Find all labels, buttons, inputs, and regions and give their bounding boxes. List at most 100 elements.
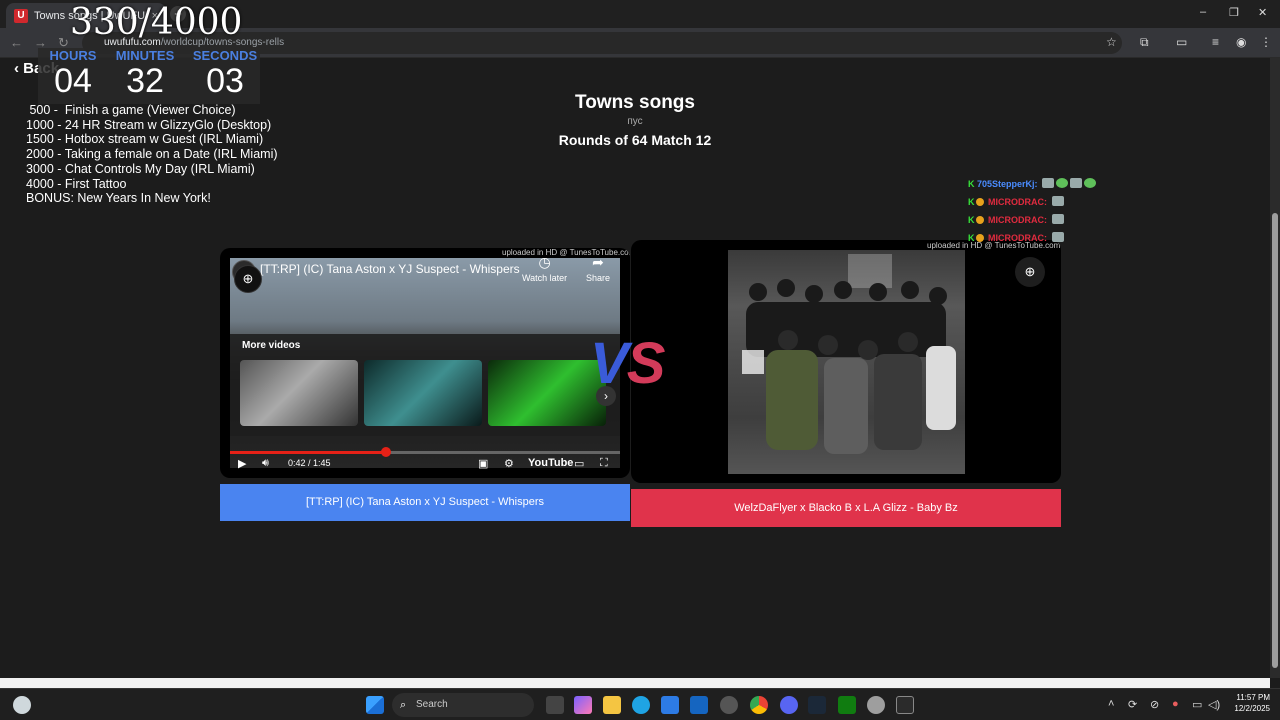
more-video-thumb[interactable] (364, 360, 482, 426)
sub-badge-icon (975, 234, 984, 242)
menu-icon[interactable]: ⋮ (1260, 35, 1272, 49)
emote-icon (1042, 178, 1055, 188)
goal-item: 1500 - Hotbox stream w Guest (IRL Miami) (26, 132, 264, 147)
edge-icon[interactable] (632, 696, 650, 714)
task-view-icon[interactable] (546, 696, 564, 714)
goal-item: BONUS: New Years In New York! (26, 191, 211, 206)
emote-icon (1084, 178, 1097, 188)
emote-icon (1051, 232, 1064, 242)
restore-button[interactable]: ❐ (1229, 6, 1239, 19)
discord-icon[interactable] (780, 696, 798, 714)
goal-item: 1000 - 24 HR Stream w GlizzyGlo (Desktop… (26, 117, 272, 132)
countdown-timer: HOURS 04 MINUTES 32 SECONDS 03 (38, 48, 260, 104)
weather-widget-icon[interactable] (13, 696, 31, 714)
cast-icon[interactable]: ▭ (574, 457, 584, 470)
emote-icon (1070, 178, 1083, 188)
goal-counter: 330/4000 (70, 2, 243, 43)
back-arrow-icon[interactable]: ← (10, 35, 23, 50)
kick-badge-icon: K (968, 215, 975, 225)
youtube-video-title[interactable]: [TT:RP] (IC) Tana Aston x YJ Suspect - W… (260, 262, 520, 276)
scrollbar-thumb[interactable] (1272, 213, 1278, 668)
uwufufu-favicon-icon: U (14, 8, 28, 23)
file-explorer-icon[interactable] (603, 696, 621, 714)
steam-icon[interactable] (808, 696, 826, 714)
minutes-value: 32 (126, 62, 164, 100)
close-window-button[interactable]: ✕ (1258, 6, 1267, 19)
hours-label: HOURS (49, 48, 97, 63)
right-candidate-card[interactable]: ⊕ uploaded in HD @ TunesToTube.com (631, 240, 1061, 483)
right-choice-button[interactable]: WelzDaFlyer x Blacko B x L.A Glizz - Bab… (631, 489, 1061, 527)
video-progress-bar[interactable] (230, 447, 620, 457)
volume-tray-icon[interactable]: ◁) (1208, 698, 1220, 711)
play-icon[interactable]: ▶ (238, 457, 246, 470)
share-button[interactable]: ➦ Share (586, 254, 610, 283)
minimize-button[interactable]: – (1200, 6, 1206, 18)
excel-icon[interactable] (838, 696, 856, 714)
left-choice-button[interactable]: [TT:RP] (IC) Tana Aston x YJ Suspect - W… (220, 484, 630, 521)
chevron-up-icon[interactable]: ˄ (1108, 698, 1114, 710)
profile-icon[interactable]: ◉ (1236, 35, 1246, 49)
chat-username: MICRODRAC: (988, 197, 1048, 207)
windows-taskbar: ⌕ Search ˄ ⟳ ⊘ ● ▭ ◁) 11:57 PM 12/2/2025 (0, 688, 1280, 720)
minutes-label: MINUTES (115, 48, 175, 63)
goal-item: 3000 - Chat Controls My Day (IRL Miami) (26, 161, 255, 176)
captions-icon[interactable]: ▣ (478, 457, 488, 470)
clock-date: 12/2/2025 (1234, 704, 1270, 713)
chat-username: 705StepperKj: (977, 179, 1038, 189)
seconds-label: SECONDS (192, 48, 258, 63)
vs-logo: VS (590, 331, 665, 396)
candidate-photo[interactable] (728, 250, 965, 474)
microphone-icon[interactable]: ● (1172, 698, 1179, 710)
display-icon[interactable]: ▭ (1192, 698, 1202, 711)
progress-fill (230, 451, 386, 454)
hours-value: 04 (54, 62, 92, 100)
settings-icon[interactable]: ⚙ (504, 457, 514, 470)
emote-icon (1051, 214, 1064, 224)
split-view-icon[interactable]: ▭ (1176, 35, 1187, 49)
chat-message: K MICRODRAC: (968, 214, 1096, 232)
chat-username: MICRODRAC: (988, 215, 1048, 225)
emote-icon (1056, 178, 1069, 188)
mail-icon[interactable] (690, 696, 708, 714)
goal-item: 2000 - Taking a female on a Date (IRL Mi… (26, 147, 278, 162)
seconds-column: SECONDS 03 (190, 48, 260, 99)
media-controls-icon[interactable]: ≡ (1212, 35, 1219, 49)
zoom-in-icon[interactable]: ⊕ (234, 265, 262, 293)
zoom-in-icon[interactable]: ⊕ (1015, 257, 1045, 287)
fullscreen-icon[interactable]: ⛶ (600, 457, 608, 470)
sub-badge-icon (975, 198, 984, 206)
epic-games-icon[interactable] (896, 696, 914, 714)
copilot-icon[interactable] (574, 696, 592, 714)
vertical-scrollbar[interactable] (1270, 58, 1280, 678)
obs-icon[interactable] (720, 696, 738, 714)
taskbar-search[interactable]: ⌕ Search (392, 693, 534, 717)
more-videos-panel: More videos › (230, 334, 620, 436)
store-icon[interactable] (661, 696, 679, 714)
bookmark-star-icon[interactable]: ☆ (1106, 35, 1117, 49)
chevron-left-icon: ‹ (14, 60, 24, 77)
watch-later-button[interactable]: ◷ Watch later (522, 254, 567, 283)
network-off-icon[interactable]: ⊘ (1150, 698, 1159, 711)
extensions-icon[interactable]: ⧉ (1140, 35, 1149, 50)
chrome-icon[interactable] (750, 696, 768, 714)
chat-overlay: K 705StepperKj: K MICRODRAC: K MICRODRAC… (968, 178, 1097, 250)
goal-item: 4000 - First Tattoo (26, 176, 127, 191)
chat-username: MICRODRAC: (988, 233, 1048, 243)
emote-icon (1051, 196, 1064, 206)
windows-start-icon[interactable] (366, 696, 384, 714)
more-video-thumb[interactable] (240, 360, 358, 426)
youtube-logo[interactable]: YouTube (528, 457, 573, 469)
left-candidate-card[interactable]: [TT:RP] (IC) Tana Aston x YJ Suspect - W… (220, 248, 630, 478)
horizontal-scrollbar[interactable] (0, 678, 1270, 688)
minutes-column: MINUTES 32 (110, 48, 180, 99)
volume-icon[interactable]: 🔊︎ (262, 457, 269, 470)
chat-message: K 705StepperKj: (968, 178, 1097, 196)
sync-icon[interactable]: ⟳ (1128, 698, 1137, 711)
system-clock[interactable]: 11:57 PM 12/2/2025 (1226, 692, 1270, 714)
clock-time: 11:57 PM (1236, 693, 1270, 702)
hours-column: HOURS 04 (38, 48, 108, 99)
goal-item: 500 - Finish a game (Viewer Choice) (26, 103, 236, 117)
video-time: 0:42 / 1:45 (288, 458, 331, 468)
settings-gear-icon[interactable] (867, 696, 885, 714)
more-video-thumb[interactable] (488, 360, 606, 426)
